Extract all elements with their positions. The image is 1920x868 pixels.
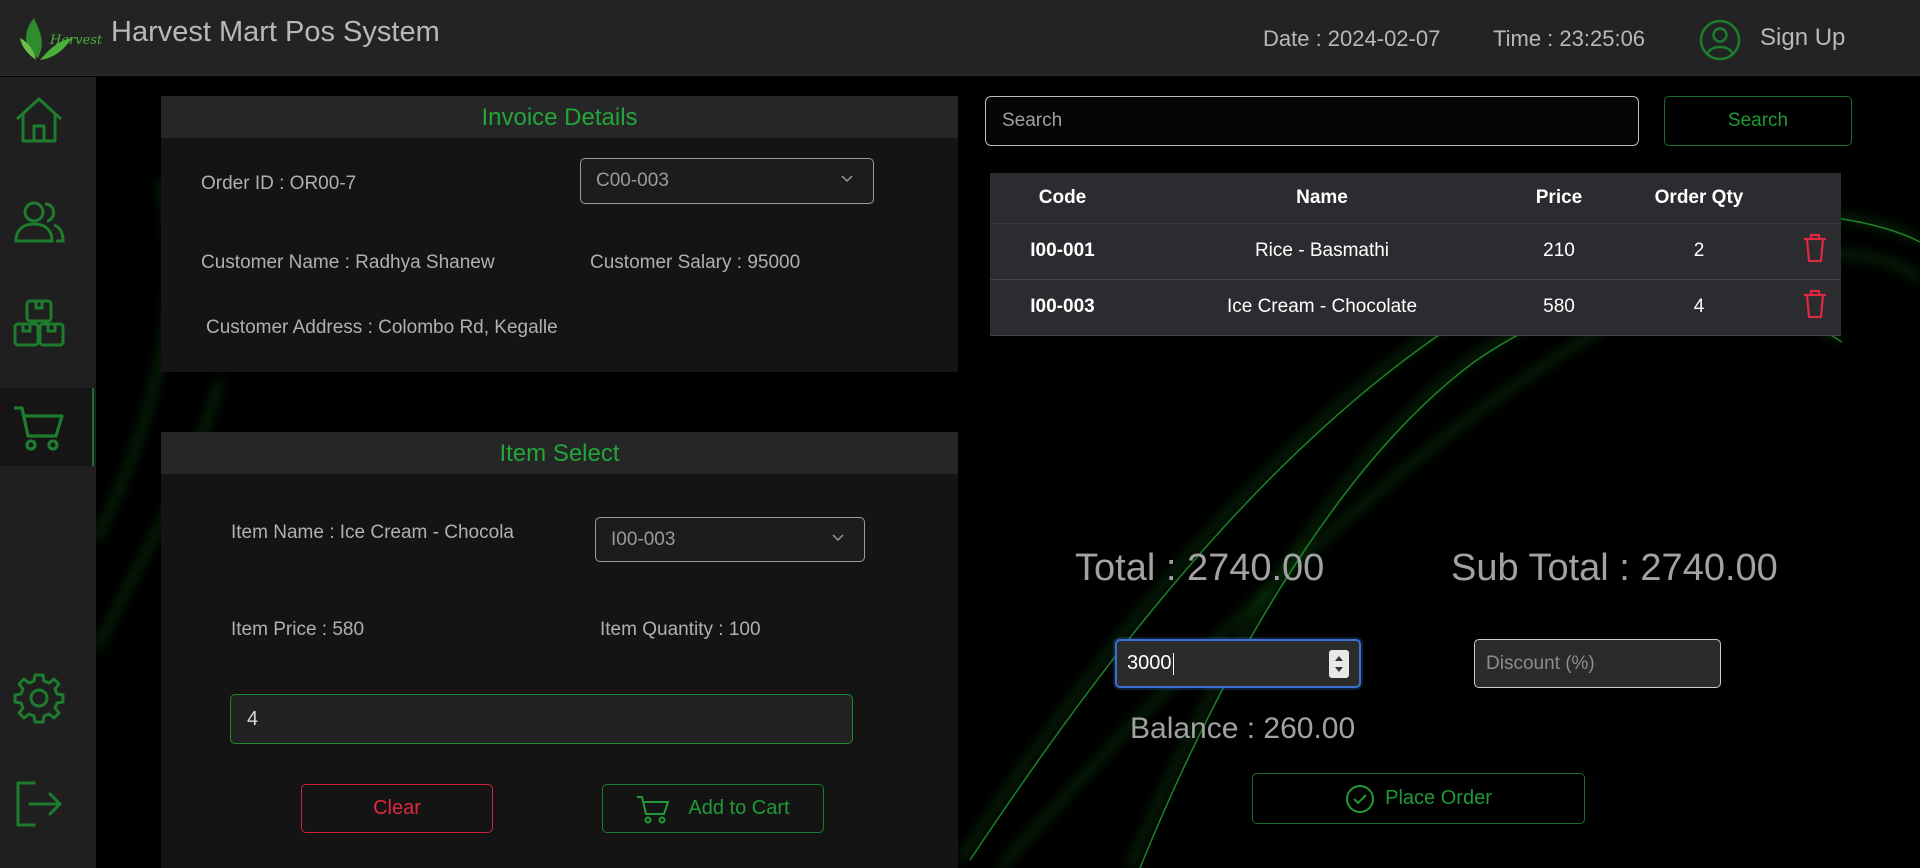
trash-icon[interactable] <box>1802 289 1828 319</box>
check-circle-icon <box>1346 784 1375 813</box>
chevron-down-icon <box>832 533 844 541</box>
table-row[interactable]: I00-003 Ice Cream - Chocolate 580 4 <box>990 279 1841 336</box>
row-delete-cell <box>1789 279 1841 336</box>
row-name: Rice - Basmathi <box>1135 223 1509 280</box>
column-header-order-qty: Order Qty <box>1609 173 1789 224</box>
column-header-actions <box>1789 173 1841 224</box>
place-order-button[interactable]: Place Order <box>1252 773 1585 824</box>
sidebar-item-customers[interactable] <box>0 183 94 261</box>
sign-up-link[interactable]: Sign Up <box>1760 24 1845 52</box>
text-caret <box>1172 652 1174 675</box>
time-display: Time : 23:25:06 <box>1493 26 1646 51</box>
search-input[interactable]: Search <box>985 96 1639 146</box>
harvest-logo-icon: Harvest <box>20 18 102 60</box>
sidebar-item-items[interactable] <box>0 284 94 362</box>
home-icon <box>15 97 63 143</box>
row-name: Ice Cream - Chocolate <box>1135 279 1509 336</box>
sidebar-item-orders[interactable] <box>0 388 94 466</box>
sidebar-item-settings[interactable] <box>0 659 94 737</box>
item-code-select[interactable]: I00-003 <box>595 517 865 562</box>
add-to-cart-button[interactable]: Add to Cart <box>602 784 824 833</box>
search-button[interactable]: Search <box>1664 96 1852 146</box>
cart-icon <box>637 795 670 823</box>
discount-placeholder: Discount (%) <box>1486 652 1595 674</box>
table-header-row: Code Name Price Order Qty <box>990 173 1841 224</box>
discount-input[interactable]: Discount (%) <box>1474 639 1721 688</box>
row-qty: 4 <box>1609 279 1789 336</box>
sub-total-label: Sub Total : 2740.00 <box>1451 547 1778 589</box>
customer-id-select[interactable]: C00-003 <box>580 158 874 204</box>
sidebar-item-home[interactable] <box>0 81 94 159</box>
customer-name-label: Customer Name : Radhya Shanew <box>201 252 495 273</box>
item-select-heading: Item Select <box>161 432 958 474</box>
customer-address-label: Customer Address : Colombo Rd, Kegalle <box>206 317 558 338</box>
date-display: Date : 2024-02-07 <box>1263 26 1441 51</box>
cash-input[interactable]: 3000 <box>1115 639 1361 688</box>
item-price-label: Item Price : 580 <box>231 619 365 640</box>
chevron-down-icon <box>841 175 853 183</box>
order-qty-value: 4 <box>247 707 259 730</box>
sidebar <box>0 77 96 868</box>
app-title: Harvest Mart Pos System <box>111 16 440 48</box>
column-header-name: Name <box>1135 173 1509 224</box>
item-quantity-label: Item Quantity : 100 <box>600 619 761 640</box>
row-code: I00-003 <box>990 279 1135 336</box>
row-price: 580 <box>1509 279 1609 336</box>
table-row[interactable]: I00-001 Rice - Basmathi 210 2 <box>990 223 1841 280</box>
top-bar: Harvest Harvest Mart Pos System Date : 2… <box>0 0 1920 76</box>
row-code: I00-001 <box>990 223 1135 280</box>
logout-icon <box>16 781 62 827</box>
sidebar-item-logout[interactable] <box>0 765 94 843</box>
svg-text:Harvest: Harvest <box>49 33 102 48</box>
balance-label: Balance : 260.00 <box>1130 712 1356 745</box>
column-header-price: Price <box>1509 173 1609 224</box>
search-placeholder: Search <box>1002 110 1063 131</box>
item-select-panel: Item Select Item Name : Ice Cream - Choc… <box>161 432 958 868</box>
add-to-cart-label: Add to Cart <box>688 797 790 819</box>
gear-icon <box>13 673 65 724</box>
customer-salary-label: Customer Salary : 95000 <box>590 252 801 273</box>
users-icon <box>14 201 65 243</box>
customer-id-value: C00-003 <box>596 170 669 191</box>
cart-table: Code Name Price Order Qty I00-001 Rice -… <box>990 173 1841 336</box>
boxes-icon <box>13 299 65 347</box>
place-order-label: Place Order <box>1385 787 1492 809</box>
row-qty: 2 <box>1609 223 1789 280</box>
row-delete-cell <box>1789 223 1841 280</box>
total-label: Total : 2740.00 <box>1075 547 1325 589</box>
order-qty-input[interactable]: 4 <box>230 694 853 744</box>
number-spinner-icon[interactable] <box>1329 650 1349 678</box>
cash-value: 3000 <box>1127 652 1172 674</box>
item-name-label: Item Name : Ice Cream - Chocola <box>231 522 514 543</box>
trash-icon[interactable] <box>1802 233 1828 263</box>
clear-button[interactable]: Clear <box>301 784 493 833</box>
item-code-value: I00-003 <box>611 528 676 550</box>
row-price: 210 <box>1509 223 1609 280</box>
cart-icon <box>14 406 64 451</box>
invoice-details-panel: Invoice Details Order ID : OR00-7 C00-00… <box>161 96 958 372</box>
order-id-label: Order ID : OR00-7 <box>201 173 357 194</box>
user-circle-icon[interactable] <box>1699 19 1741 61</box>
invoice-details-heading: Invoice Details <box>161 96 958 138</box>
column-header-code: Code <box>990 173 1135 224</box>
